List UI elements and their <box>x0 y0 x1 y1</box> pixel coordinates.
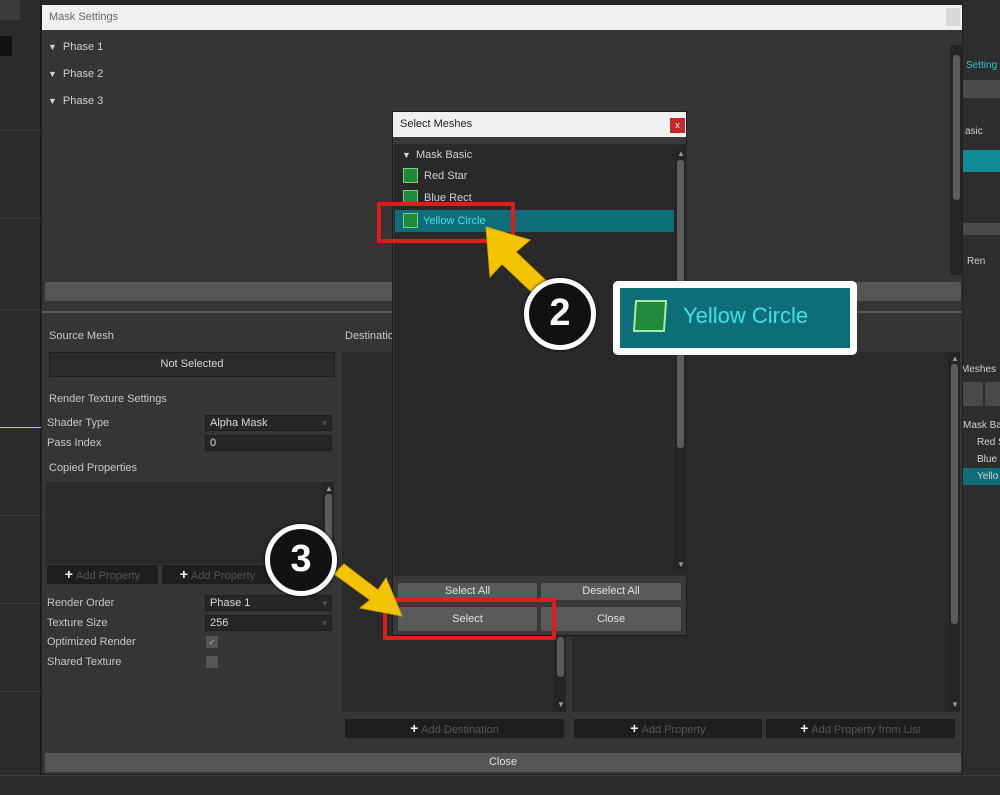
shader-type-label: Shader Type <box>47 417 110 429</box>
mesh-item[interactable]: Red S <box>977 437 1000 448</box>
remove-button[interactable]: Ren <box>967 256 985 267</box>
deselect-all-button[interactable]: Deselect All <box>541 583 681 600</box>
copied-properties-label: Copied Properties <box>49 462 138 474</box>
dialog-close-icon[interactable]: x <box>670 118 685 133</box>
scroll-up-icon[interactable]: ▲ <box>951 354 959 363</box>
triangle-down-icon: ▼ <box>48 42 57 52</box>
mesh-item-red-star[interactable]: Red Star <box>400 165 677 187</box>
grid-line <box>0 218 41 219</box>
texture-size-dropdown[interactable]: 256 <box>205 615 332 631</box>
panel-button[interactable] <box>985 382 1000 406</box>
scroll-up-icon[interactable]: ▲ <box>677 149 685 158</box>
optimized-render-checkbox[interactable]: ✓ <box>206 636 218 648</box>
checkmark-icon: ✓ <box>208 637 216 647</box>
triangle-down-icon: ▼ <box>402 150 411 160</box>
mesh-tool-button[interactable] <box>963 150 1000 172</box>
phase-1-foldout[interactable]: ▼ Phase 1 <box>48 41 103 53</box>
mesh-icon <box>403 168 418 183</box>
triangle-down-icon: ▼ <box>48 69 57 79</box>
shared-texture-label: Shared Texture <box>47 656 122 668</box>
zoomed-mesh-item: Yellow Circle <box>620 288 850 348</box>
add-property-button[interactable]: + Add Property <box>47 565 158 584</box>
dialog-close-button[interactable]: Close <box>541 607 681 631</box>
optimized-render-label: Optimized Render <box>47 636 136 648</box>
scroll-down-icon[interactable]: ▼ <box>677 560 685 569</box>
grid-line <box>0 309 41 310</box>
scroll-up-icon[interactable]: ▲ <box>325 484 333 493</box>
scroll-down-icon[interactable]: ▼ <box>951 700 959 709</box>
select-meshes-dialog: Select Meshes x ▼ Mask Basic Red Star Blu… <box>392 111 687 636</box>
callout-arrow-step3 <box>333 563 403 617</box>
plus-icon: + <box>630 720 639 736</box>
zoomed-mesh-label: Yellow Circle <box>683 303 809 328</box>
window-title: Mask Settings <box>42 5 962 30</box>
render-order-label: Render Order <box>47 597 115 609</box>
grid-line <box>0 691 41 692</box>
step-2-badge: 2 <box>524 278 596 350</box>
pass-index-input[interactable]: 0 <box>205 435 332 451</box>
mesh-item-selected[interactable]: Yello <box>963 468 1000 485</box>
grid-line <box>0 130 41 131</box>
plus-icon: + <box>410 720 419 736</box>
mesh-group-item[interactable]: Mask Ba <box>963 420 1000 431</box>
zoomed-selection-callout: Yellow Circle <box>613 281 857 355</box>
source-mesh-field[interactable]: Not Selected <box>49 352 335 377</box>
scrollbar-thumb[interactable] <box>953 55 960 200</box>
scrollbar-thumb[interactable] <box>557 637 564 677</box>
panel-button[interactable] <box>963 223 1000 235</box>
plus-icon: + <box>64 566 73 582</box>
phase-3-foldout[interactable]: ▼ Phase 3 <box>48 95 103 107</box>
add-property-button-2[interactable]: + Add Property <box>162 565 273 584</box>
basic-label: asic <box>965 126 983 137</box>
list-scrollbar[interactable]: ▲ ▼ <box>674 148 686 572</box>
left-toolbar <box>0 0 41 795</box>
select-tool-icon[interactable] <box>0 0 20 20</box>
brush-tool-icon[interactable] <box>0 36 12 56</box>
scroll-down-icon[interactable]: ▼ <box>557 700 565 709</box>
mesh-group-mask-basic[interactable]: ▼ Mask Basic <box>400 144 677 166</box>
dialog-title: Select Meshes <box>393 112 686 137</box>
phase-2-foldout[interactable]: ▼ Phase 2 <box>48 68 103 80</box>
close-button[interactable]: Close <box>45 753 961 772</box>
panel-button[interactable] <box>963 80 1000 98</box>
window-scrollbar[interactable] <box>950 45 962 275</box>
shader-type-dropdown[interactable]: Alpha Mask <box>205 415 332 431</box>
step-3-badge: 3 <box>265 524 337 596</box>
pass-index-label: Pass Index <box>47 437 102 449</box>
mesh-icon <box>632 300 668 332</box>
render-texture-settings-label: Render Texture Settings <box>49 393 167 405</box>
triangle-down-icon: ▼ <box>48 96 57 106</box>
grid-line <box>0 427 41 428</box>
window-close-button[interactable] <box>946 8 960 26</box>
plus-icon: + <box>179 566 188 582</box>
plus-icon: + <box>800 720 809 736</box>
timeline-bar <box>0 775 1000 795</box>
settings-tab[interactable]: Setting <box>966 60 997 71</box>
list-scrollbar[interactable]: ▲ ▼ <box>948 352 960 712</box>
meshes-header: Meshes <box>961 364 997 375</box>
mesh-item[interactable]: Blue <box>977 454 997 465</box>
add-property-button-3[interactable]: + Add Property <box>574 719 762 738</box>
right-inspector-panel: Setting asic Ren Meshes Mask Ba Red S Bl… <box>957 0 1000 795</box>
arrow-down-right-icon <box>333 563 403 617</box>
shared-texture-checkbox[interactable] <box>206 656 218 668</box>
texture-size-label: Texture Size <box>47 617 108 629</box>
scrollbar-thumb[interactable] <box>951 364 958 624</box>
grid-line <box>0 515 41 516</box>
add-destination-button[interactable]: + Add Destination <box>345 719 564 738</box>
source-mesh-label: Source Mesh <box>49 330 114 342</box>
grid-line <box>0 603 41 604</box>
render-order-dropdown[interactable]: Phase 1 <box>205 595 332 611</box>
add-property-from-list-button[interactable]: + Add Property from List <box>766 719 955 738</box>
